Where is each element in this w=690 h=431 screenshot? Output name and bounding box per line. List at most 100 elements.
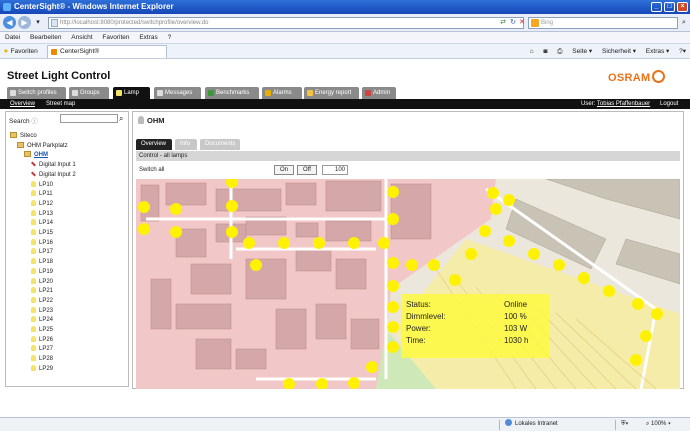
zoom-level[interactable]: ⌕ 100% ▾ [646, 418, 671, 431]
tree-item[interactable]: LP11 [31, 190, 53, 199]
menu-help[interactable]: ? [168, 34, 172, 41]
tab-switch-profiles[interactable]: Switch profiles [7, 87, 66, 99]
lamp-marker[interactable] [387, 257, 399, 269]
tab-messages[interactable]: Messages [154, 87, 201, 99]
favorites-button[interactable]: ★ Favoriten [3, 44, 38, 59]
lamp-marker[interactable] [651, 308, 663, 320]
tree-item[interactable]: LP28 [31, 355, 53, 364]
tree-item[interactable]: OHM Parkplatz [17, 141, 68, 151]
user-name-link[interactable]: Tobias Pfaffenbauer [597, 101, 650, 107]
lamp-marker[interactable] [278, 237, 290, 249]
history-dropdown-icon[interactable]: ▾ [33, 18, 43, 28]
help-menu[interactable]: ?▾ [679, 48, 686, 55]
tree-search-input[interactable] [60, 114, 118, 123]
tree-item[interactable]: LP23 [31, 306, 53, 316]
off-button[interactable]: Off [297, 165, 317, 175]
lamp-marker[interactable] [528, 248, 540, 260]
search-icon[interactable]: ⌕ [119, 114, 123, 124]
lamp-marker[interactable] [406, 259, 418, 271]
lamp-marker[interactable] [366, 361, 378, 373]
lamp-marker[interactable] [503, 194, 515, 206]
safety-menu[interactable]: Sicherheit ▾ [602, 48, 636, 55]
tab-energy-report[interactable]: Energy report [304, 87, 359, 99]
menu-tools[interactable]: Extras [139, 34, 157, 41]
tree-item[interactable]: LP20 [31, 277, 53, 287]
stop-icon[interactable]: ✕ [517, 18, 527, 28]
lamp-marker[interactable] [226, 226, 238, 238]
lamp-marker[interactable] [138, 201, 150, 213]
subtab-info[interactable]: Info [175, 139, 197, 150]
tree-item[interactable]: LP14 [31, 219, 53, 228]
tree-item[interactable]: LP22 [31, 296, 53, 306]
lamp-marker[interactable] [578, 272, 590, 284]
menu-favorites[interactable]: Favoriten [102, 34, 129, 41]
tree-item[interactable]: LP21 [31, 287, 53, 296]
lamp-marker[interactable] [603, 285, 615, 297]
maximize-button[interactable]: □ [664, 2, 675, 12]
lamp-marker[interactable] [313, 237, 325, 249]
lamp-marker[interactable] [630, 354, 642, 366]
lamp-marker[interactable] [387, 280, 399, 292]
lamp-marker[interactable] [387, 213, 399, 225]
tree-item[interactable]: LP27 [31, 345, 53, 354]
tree-item[interactable]: Siteco [10, 132, 37, 141]
lamp-marker[interactable] [226, 200, 238, 212]
lamp-marker[interactable] [490, 203, 502, 215]
forward-button[interactable]: ▶ [18, 16, 31, 29]
back-button[interactable]: ◀ [3, 16, 16, 29]
tab-groups[interactable]: Groups [69, 87, 109, 99]
tree-item[interactable]: LP29 [31, 364, 53, 374]
protected-mode-icon[interactable]: ⛨▾ [621, 418, 628, 431]
lamp-marker[interactable] [503, 235, 515, 247]
tab-lamp[interactable]: Lamp [113, 87, 150, 99]
search-icon[interactable]: ⌕ [679, 18, 689, 28]
tab-admin[interactable]: Admin [362, 87, 396, 99]
search-field[interactable]: Bing [528, 17, 678, 29]
lamp-marker[interactable] [428, 259, 440, 271]
subnav-overview[interactable]: Overview [10, 99, 35, 109]
home-icon[interactable]: ⌂ [530, 48, 534, 55]
subtab-overview[interactable]: Overview [136, 139, 172, 150]
subnav-street-map[interactable]: Street map [46, 99, 75, 109]
dim-level-input[interactable]: 100 [322, 165, 348, 175]
print-icon[interactable]: ⎙ [557, 48, 562, 55]
lamp-marker[interactable] [348, 377, 360, 389]
menu-view[interactable]: Ansicht [71, 34, 92, 41]
lamp-marker[interactable] [387, 341, 399, 353]
tree-item[interactable]: LP17 [31, 248, 53, 257]
tree-item[interactable]: Digital Input 1 [31, 161, 76, 170]
menu-file[interactable]: Datei [5, 34, 20, 41]
tree-item[interactable]: LP15 [31, 229, 53, 238]
lamp-marker[interactable] [243, 237, 255, 249]
logout-link[interactable]: Logout [660, 99, 678, 109]
lamp-marker[interactable] [553, 259, 565, 271]
feeds-icon[interactable]: ◙ [544, 48, 548, 55]
lamp-marker[interactable] [170, 203, 182, 215]
tree-item[interactable]: LP25 [31, 326, 53, 335]
security-zone[interactable]: Lokales Intranet [505, 418, 558, 431]
lamp-marker[interactable] [348, 237, 360, 249]
lamp-marker[interactable] [250, 259, 262, 271]
compat-icon[interactable]: ⇄ [498, 18, 508, 28]
lamp-marker[interactable] [632, 298, 644, 310]
tree-item[interactable]: LP10 [31, 180, 53, 190]
close-button[interactable]: × [677, 2, 688, 12]
tree-item[interactable]: LP18 [31, 258, 53, 267]
lamp-marker[interactable] [170, 226, 182, 238]
page-menu[interactable]: Seite ▾ [572, 48, 592, 55]
menu-edit[interactable]: Bearbeiten [30, 34, 61, 41]
tools-menu[interactable]: Extras ▾ [646, 48, 670, 55]
lamp-marker[interactable] [138, 223, 150, 235]
lamp-marker[interactable] [387, 186, 399, 198]
tab-benchmarks[interactable]: Benchmarks [205, 87, 259, 99]
on-button[interactable]: On [274, 165, 294, 175]
subtab-documents[interactable]: Documents [200, 139, 240, 150]
lamp-marker[interactable] [387, 301, 399, 313]
tree-item[interactable]: OHM [24, 151, 48, 160]
browser-tab[interactable]: CenterSight® [47, 45, 167, 58]
lamp-marker[interactable] [387, 321, 399, 333]
tree-item[interactable]: LP16 [31, 238, 53, 248]
tree-item[interactable]: LP19 [31, 267, 53, 277]
lamp-marker[interactable] [479, 225, 491, 237]
lamp-marker[interactable] [487, 187, 499, 199]
